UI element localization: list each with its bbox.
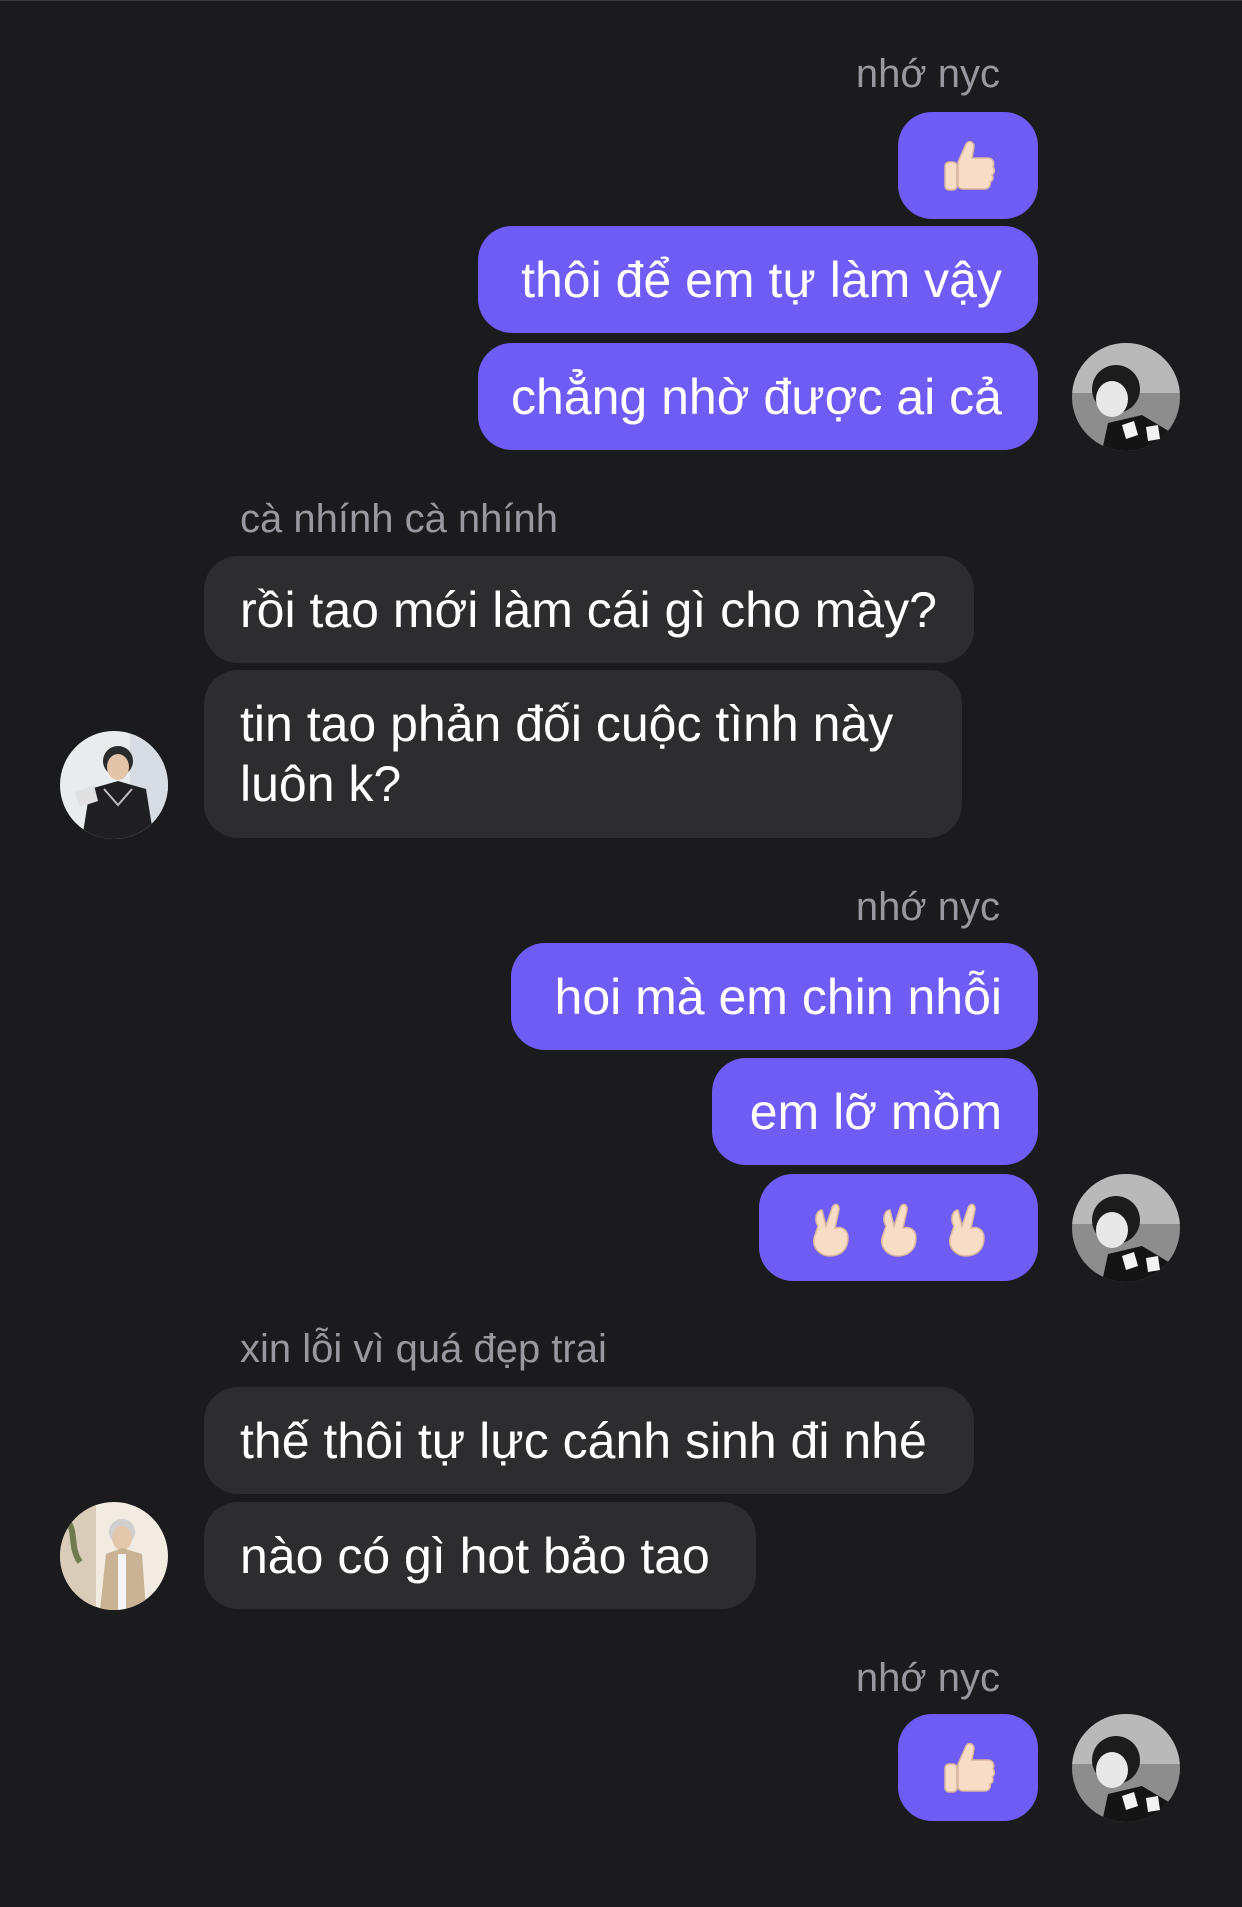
sender-name-me: nhớ nyc [855,885,1000,929]
sender-name-xin-loi: xin lỗi vì quá đẹp trai [240,1327,607,1371]
message-text: thôi để em tự làm vậy [521,251,1002,308]
finger-heart-emoji [812,1203,849,1257]
message-bubble-thumbs-up[interactable] [898,1714,1038,1821]
avatar-me[interactable] [1072,1174,1180,1282]
sender-name-ca-nhinh: cà nhính cà nhính [240,497,559,541]
finger-heart-emoji [948,1203,985,1257]
message-text: chẳng nhờ được ai cả [511,368,1002,425]
message-bubble-thumbs-up[interactable] [898,112,1038,219]
message-text: nào có gì hot bảo tao [240,1527,710,1584]
message-bubble-finger-hearts[interactable] [759,1174,1038,1281]
message-text: hoi mà em chin nhỗi [554,968,1002,1025]
avatar-me[interactable] [1072,1714,1180,1822]
avatar-ca-nhinh[interactable] [60,731,168,839]
finger-heart-emoji [880,1203,917,1257]
message-bubble[interactable]: rồi tao mới làm cái gì cho mày? [204,556,974,663]
sender-name-me: nhớ nyc [855,52,1000,96]
message-bubble[interactable]: nào có gì hot bảo tao [204,1502,756,1609]
sender-name-me: nhớ nyc [855,1656,1000,1700]
message-bubble[interactable]: chẳng nhờ được ai cả [478,343,1038,450]
message-bubble[interactable]: thế thôi tự lực cánh sinh đi nhé [204,1387,974,1494]
message-text: rồi tao mới làm cái gì cho mày? [240,581,937,638]
message-text: tin tao phản đối cuộc tình này luôn k? [240,696,894,812]
message-text: em lỡ mồm [749,1083,1002,1140]
message-bubble[interactable]: tin tao phản đối cuộc tình này luôn k? [204,670,962,838]
message-bubble[interactable]: thôi để em tự làm vậy [478,226,1038,333]
message-bubble[interactable]: em lỡ mồm [712,1058,1038,1165]
top-divider [0,0,1242,1]
avatar-xin-loi[interactable] [60,1502,168,1610]
message-bubble[interactable]: hoi mà em chin nhỗi [511,943,1038,1050]
avatar-me[interactable] [1072,343,1180,451]
thumbs-up-emoji [944,1742,996,1793]
thumbs-up-emoji [944,140,996,191]
message-text: thế thôi tự lực cánh sinh đi nhé [240,1412,927,1469]
